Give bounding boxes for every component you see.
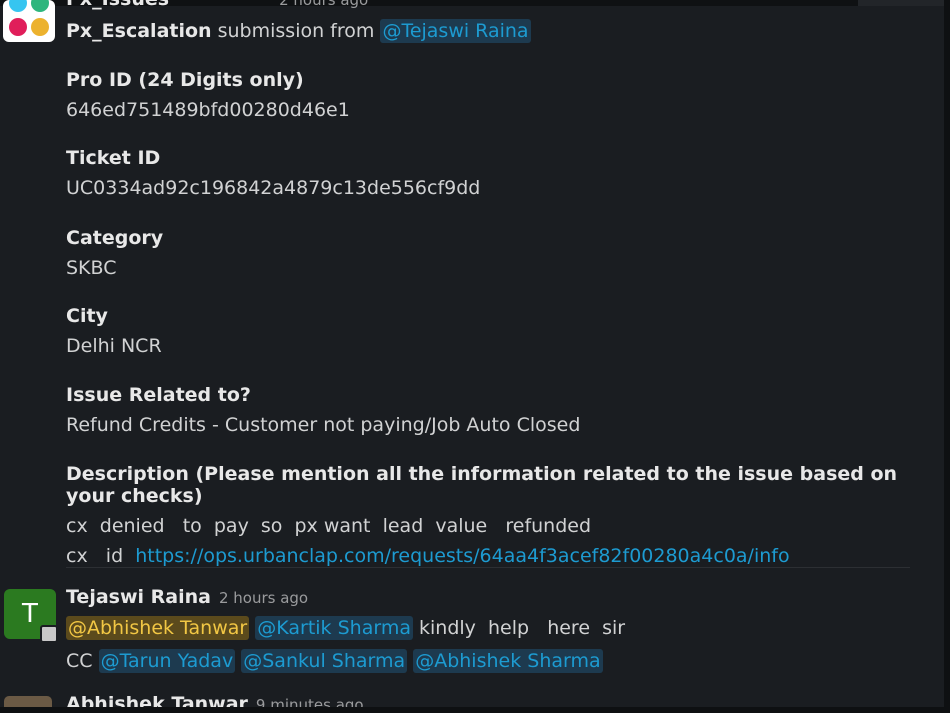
icon-quadrant-yellow: [31, 18, 49, 36]
message-line-1: @Abhishek Tanwar @Kartik Sharma kindly h…: [66, 616, 626, 640]
description-prefix: cx id: [66, 545, 136, 567]
mention-sankul-sharma[interactable]: @Sankul Sharma: [241, 649, 408, 673]
cc-label: CC: [66, 650, 99, 672]
field-label: City: [66, 305, 108, 327]
submission-intro: Px_Escalation submission from @Tejaswi R…: [66, 19, 531, 43]
description-line-2: cx id https://ops.urbanclap.com/requests…: [66, 545, 950, 567]
field-category: Category SKBC: [66, 227, 163, 279]
ops-request-link[interactable]: https://ops.urbanclap.com/requests/64aa4…: [135, 545, 789, 567]
message-line-2: CC @Tarun Yadav @Sankul Sharma @Abhishek…: [66, 649, 603, 673]
field-value: SKBC: [66, 257, 117, 279]
field-value: Refund Credits - Customer not paying/Job…: [66, 414, 581, 436]
avatar-letter: T: [22, 599, 38, 629]
slack-app-icon[interactable]: [3, 0, 55, 42]
field-label: Ticket ID: [66, 147, 161, 169]
window-bottom-border: [0, 707, 950, 713]
field-pro-id: Pro ID (24 Digits only) 646ed751489bfd00…: [66, 69, 350, 121]
mention-abhishek-sharma[interactable]: @Abhishek Sharma: [413, 649, 603, 673]
field-city: City Delhi NCR: [66, 305, 162, 357]
mention-tarun-yadav[interactable]: @Tarun Yadav: [98, 649, 236, 673]
field-label: Description (Please mention all the info…: [66, 463, 898, 507]
field-value: Delhi NCR: [66, 335, 162, 357]
mention-tejaswi[interactable]: @Tejaswi Raina: [380, 19, 531, 43]
description-line-1: cx denied to pay so px want lead value r…: [66, 515, 592, 537]
icon-quadrant-blue: [9, 0, 27, 12]
presence-status-icon: [40, 625, 58, 643]
field-label: Category: [66, 227, 164, 249]
field-description: Description (Please mention all the info…: [66, 463, 950, 567]
window-top-border-right: [858, 0, 950, 6]
field-ticket-id: Ticket ID UC0334ad92c196842a4879c13de556…: [66, 147, 480, 199]
field-label: Pro ID (24 Digits only): [66, 69, 304, 91]
field-label: Issue Related to?: [66, 384, 251, 406]
timestamp[interactable]: 2 hours ago: [279, 0, 368, 9]
workflow-name: Px_Escalation: [66, 20, 212, 42]
message-header-partial: Px_Issues 2 hours ago: [66, 0, 368, 10]
message-header: Tejaswi Raina 2 hours ago: [66, 586, 308, 608]
field-value: UC0334ad92c196842a4879c13de556cf9dd: [66, 177, 481, 199]
window-right-border: [944, 0, 950, 713]
app-name[interactable]: Px_Issues: [66, 0, 169, 10]
icon-quadrant-red: [9, 18, 27, 36]
intro-text: submission from: [211, 20, 381, 42]
mention-kartik-sharma[interactable]: @Kartik Sharma: [255, 616, 413, 640]
message-text: kindly help here sir: [412, 617, 626, 639]
icon-quadrant-green: [31, 0, 49, 12]
field-issue: Issue Related to? Refund Credits - Custo…: [66, 384, 580, 436]
field-value: 646ed751489bfd00280d46e1: [66, 99, 350, 121]
message-divider: [66, 567, 910, 568]
author-name[interactable]: Tejaswi Raina: [66, 586, 211, 608]
timestamp[interactable]: 2 hours ago: [219, 589, 308, 607]
mention-abhishek-tanwar[interactable]: @Abhishek Tanwar: [66, 616, 250, 640]
